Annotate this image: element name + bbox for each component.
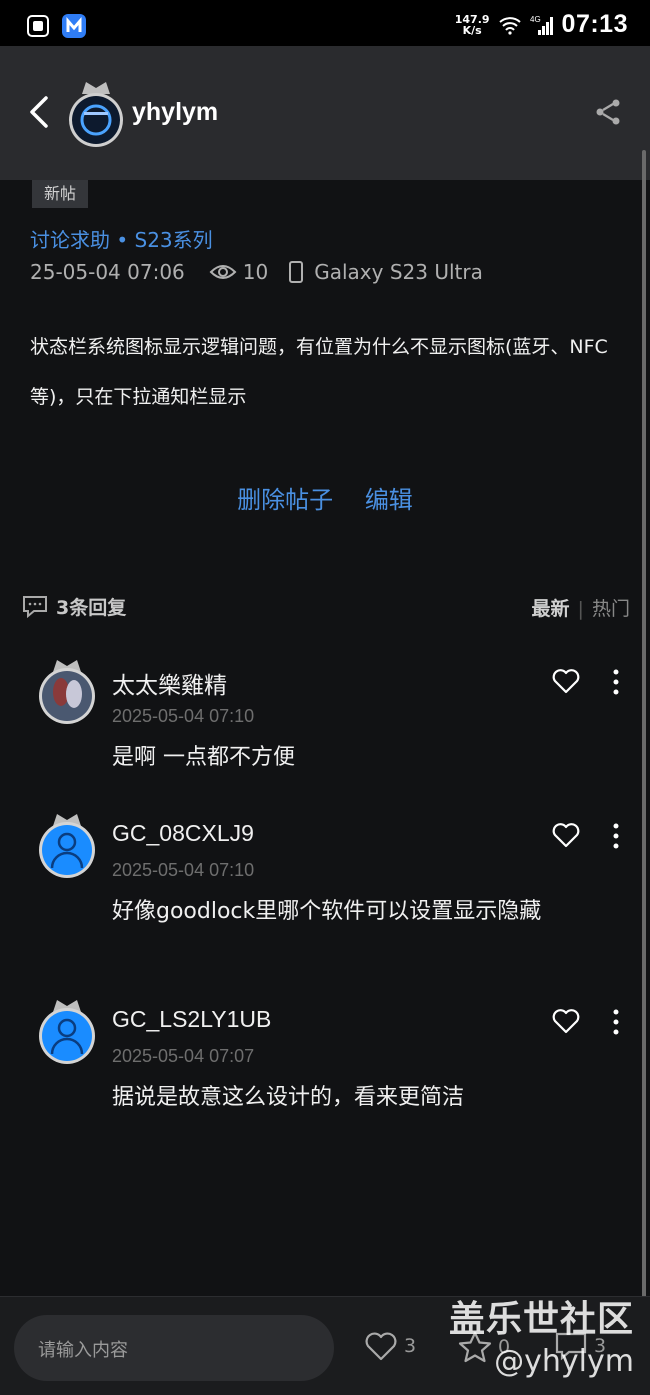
sort-separator: | [577,598,584,620]
back-button[interactable] [26,94,54,130]
reply-time: 2025-05-04 07:07 [112,1046,255,1066]
new-post-tag: 新帖 [32,180,88,208]
more-vertical-icon [613,1009,619,1035]
post-category[interactable]: 讨论求助 • S23系列 [30,224,213,253]
signal-icon: 4G [530,15,553,35]
sort-hot-tab[interactable]: 热门 [592,598,630,620]
replies-header: 3条回复 最新 | 热门 [22,592,632,620]
share-icon [596,99,620,125]
reply-avatar[interactable] [36,996,98,1066]
chevron-left-icon [30,96,48,128]
view-count: 10 [209,260,268,284]
reply-input[interactable]: 请输入内容 [14,1315,334,1381]
post-like-button[interactable]: 3 [364,1331,416,1361]
reply-input-placeholder: 请输入内容 [38,1340,128,1361]
heart-icon [552,823,580,848]
status-bar: 147.9 K/s 4G 07:13 [0,0,650,46]
heart-icon [365,1332,397,1361]
like-button[interactable] [552,822,580,848]
more-vertical-icon [613,823,619,849]
network-speed: 147.9 K/s [454,12,490,37]
like-button[interactable] [552,1008,580,1034]
reply-avatar[interactable] [36,656,98,726]
delete-post-button[interactable]: 删除帖子 [237,486,333,514]
heart-icon [552,1009,580,1034]
m-app-icon [62,14,86,38]
reply-count: 3条回复 [56,596,127,619]
crown-icon [82,82,110,94]
scan-app-icon [26,14,50,38]
phone-icon [289,261,304,283]
reply-time: 2025-05-04 07:10 [112,706,255,726]
post-meta: 25-05-04 07:06 10 Galaxy S23 Ultra [30,260,483,284]
sort-options: 最新 | 热门 [531,594,630,621]
post-date: 25-05-04 07:06 [30,260,185,284]
more-vertical-icon [613,669,619,695]
sort-latest-tab[interactable]: 最新 [531,598,569,620]
edit-post-button[interactable]: 编辑 [365,486,413,514]
post-content: 状态栏系统图标显示逻辑问题，有位置为什么不显示图标(蓝牙、NFC等)，只在下拉通… [30,336,608,408]
more-options-button[interactable] [608,1008,624,1036]
watermark: 盖乐世社区 @yhylym [449,1290,634,1379]
reply-content: 据说是故意这么设计的，看来更简洁 [112,1085,465,1110]
post-header: yhylym [0,46,650,180]
wifi-icon [498,16,521,35]
device-info: Galaxy S23 Ultra [288,260,483,284]
reply-content: 是啊 一点都不方便 [112,745,295,770]
post-actions: 删除帖子 编辑 [0,480,650,515]
more-options-button[interactable] [608,822,624,850]
more-options-button[interactable] [608,668,624,696]
reply-author[interactable]: GC_LS2LY1UB [112,1006,271,1033]
comment-icon [23,596,47,618]
author-avatar[interactable] [64,76,128,148]
svg-text:4G: 4G [530,15,541,24]
reply-author[interactable]: GC_08CXLJ9 [112,820,254,847]
watermark-user: @yhylym [494,1344,634,1379]
like-button[interactable] [552,668,580,694]
reply-content: 好像goodlock里哪个软件可以设置显示隐藏 [112,899,542,924]
author-name[interactable]: yhylym [132,98,218,127]
watermark-community: 盖乐世社区 [448,1299,634,1340]
reply-author[interactable]: 太太樂雞精 [112,666,227,700]
eye-icon [209,265,237,279]
reply-avatar[interactable] [36,810,98,880]
reply-time: 2025-05-04 07:10 [112,860,255,880]
scrollbar[interactable] [642,150,646,1300]
share-button[interactable] [594,98,622,126]
heart-icon [552,669,580,694]
clock: 07:13 [561,10,628,38]
